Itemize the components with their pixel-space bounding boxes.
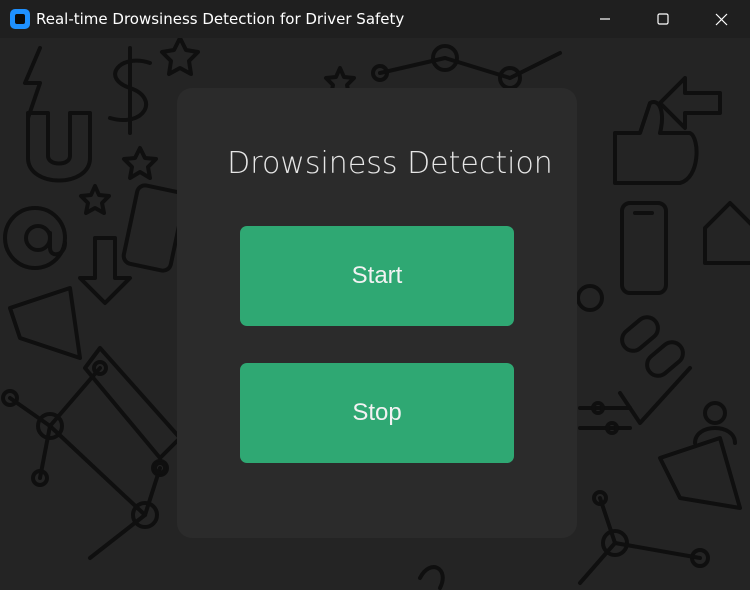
chain-link-icon xyxy=(620,315,685,378)
close-button[interactable] xyxy=(692,0,750,38)
star-icon xyxy=(122,146,158,180)
megaphone-icon xyxy=(8,286,82,360)
title-bar[interactable]: Real-time Drowsiness Detection for Drive… xyxy=(0,0,750,38)
app-icon xyxy=(10,9,30,29)
users-icon xyxy=(693,401,737,445)
panel-heading: Drowsiness Detection xyxy=(227,146,553,181)
stop-button[interactable]: Stop xyxy=(240,363,514,463)
megaphone-icon xyxy=(658,436,742,510)
network-icon xyxy=(1,360,169,560)
dollar-icon xyxy=(108,46,152,135)
minimize-icon xyxy=(600,18,610,20)
app-content: Drowsiness Detection Start Stop xyxy=(0,38,750,590)
lightning-icon xyxy=(23,46,42,120)
app-window: Real-time Drowsiness Detection for Drive… xyxy=(0,0,750,590)
maximize-icon xyxy=(657,13,669,25)
start-button[interactable]: Start xyxy=(240,226,514,326)
network-icon xyxy=(371,44,562,90)
maximize-button[interactable] xyxy=(634,0,692,38)
phone-icon xyxy=(620,201,668,295)
window-title: Real-time Drowsiness Detection for Drive… xyxy=(36,10,405,28)
at-icon xyxy=(3,206,67,270)
pencil-icon xyxy=(83,346,182,460)
arrow-icon xyxy=(658,76,722,130)
close-icon xyxy=(715,13,727,25)
control-panel: Drowsiness Detection Start Stop xyxy=(177,88,577,538)
magnet-icon xyxy=(26,111,92,183)
minimize-button[interactable] xyxy=(576,0,634,38)
network-icon xyxy=(578,490,710,585)
star-icon xyxy=(160,38,200,76)
arrow-icon xyxy=(78,236,132,305)
slider-icon xyxy=(578,401,632,435)
house-icon xyxy=(703,201,750,265)
star-icon xyxy=(79,184,111,215)
